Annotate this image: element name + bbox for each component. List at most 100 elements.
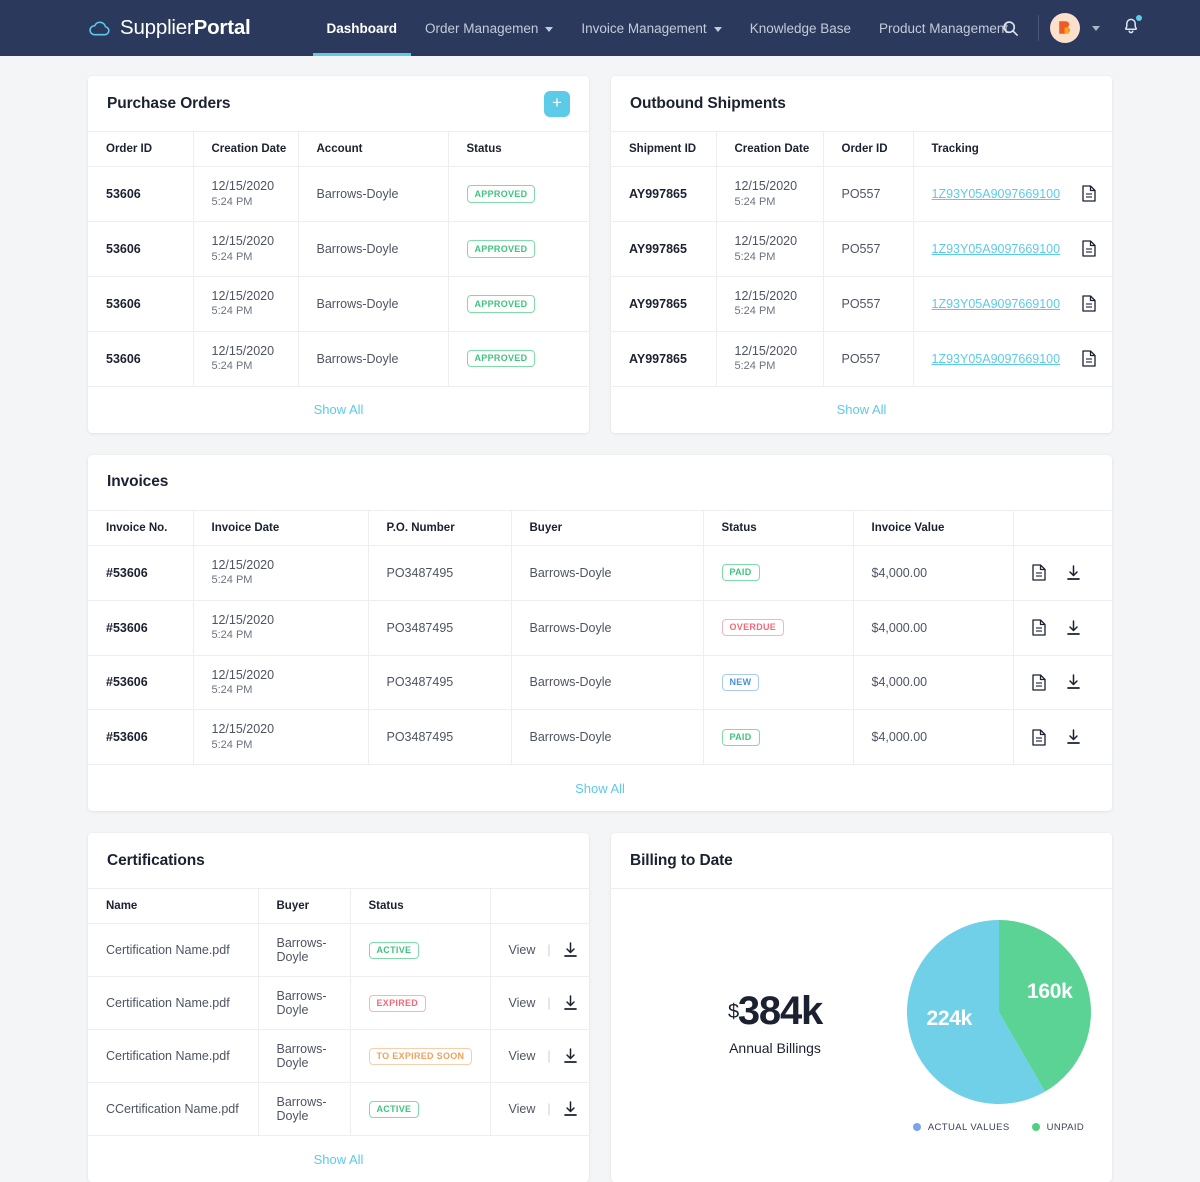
col-account: Account xyxy=(298,132,449,167)
cell-po-number: PO3487495 xyxy=(368,709,512,766)
cell-invoice-no: #53606 xyxy=(88,709,194,766)
download-icon[interactable] xyxy=(1066,619,1081,636)
status-badge: EXPIRED xyxy=(368,994,427,1013)
table-row[interactable]: #53606 12/15/2020 5:24 PM PO3487495 Barr… xyxy=(88,600,1113,656)
table-row[interactable]: AY997865 12/15/2020 5:24 PM PO557 1Z93Y0… xyxy=(611,331,1112,387)
show-all-certifications-link[interactable]: Show All xyxy=(314,1152,364,1167)
document-icon[interactable] xyxy=(1082,185,1096,203)
download-icon[interactable] xyxy=(563,1048,578,1064)
invoices-header: Invoices xyxy=(88,455,1112,511)
date-value: 12/15/2020 xyxy=(211,179,275,193)
nav-item-knowledge-base[interactable]: Knowledge Base xyxy=(736,0,865,56)
nav-item-dashboard[interactable]: Dashboard xyxy=(312,0,412,56)
tracking-number-link[interactable]: 1Z93Y05A9097669100 xyxy=(932,352,1061,366)
cell-status: EXPIRED xyxy=(350,976,491,1031)
invoices-tbody: #53606 12/15/2020 5:24 PM PO3487495 Barr… xyxy=(88,545,1113,766)
table-row[interactable]: AY997865 12/15/2020 5:24 PM PO557 1Z93Y0… xyxy=(611,166,1112,222)
action-separator: | xyxy=(547,943,551,958)
cell-order-id: PO557 xyxy=(823,276,914,332)
document-icon[interactable] xyxy=(1031,564,1046,581)
cell-buyer: Barrows-Doyle xyxy=(511,655,704,711)
cell-status: APPROVED xyxy=(448,276,589,332)
status-badge: APPROVED xyxy=(466,295,536,313)
download-icon[interactable] xyxy=(1066,674,1081,690)
table-row[interactable]: Certification Name.pdf Barrows-Doyle EXP… xyxy=(88,976,589,1031)
cell-order-id: PO557 xyxy=(823,166,914,222)
annual-billings-label: Annual Billings xyxy=(729,1039,821,1056)
cell-po-number: PO3487495 xyxy=(368,600,512,656)
table-row[interactable]: 53606 12/15/2020 5:24 PM Barrows-Doyle A… xyxy=(88,331,589,387)
legend-dot-unpaid xyxy=(1031,1123,1040,1132)
table-row[interactable]: #53606 12/15/2020 5:24 PM PO3487495 Barr… xyxy=(88,655,1112,711)
billing-body: $384k Annual Billings 224k 160k ACTUAL V… xyxy=(611,889,1112,1163)
document-icon[interactable] xyxy=(1082,350,1096,367)
table-row[interactable]: Certification Name.pdf Barrows-Doyle ACT… xyxy=(88,923,589,978)
user-avatar[interactable] xyxy=(1050,13,1080,43)
download-icon[interactable] xyxy=(1066,729,1081,745)
download-icon[interactable] xyxy=(563,942,578,958)
status-badge: TO EXPIRED SOON xyxy=(368,1047,473,1066)
account-chevron-down-icon[interactable] xyxy=(1092,25,1100,31)
purchase-orders-thead: Order ID Creation Date Account Status xyxy=(88,132,589,167)
document-icon[interactable] xyxy=(1031,674,1046,691)
search-button[interactable] xyxy=(993,11,1027,45)
show-all-purchase-orders-link[interactable]: Show All xyxy=(314,402,364,417)
col-shipment-id: Shipment ID xyxy=(611,132,717,167)
cell-buyer: Barrows-Doyle xyxy=(258,1029,351,1084)
document-icon[interactable] xyxy=(1031,619,1046,636)
table-row[interactable]: 53606 12/15/2020 5:24 PM Barrows-Doyle A… xyxy=(88,276,589,332)
col-status: Status xyxy=(703,510,854,546)
table-row[interactable]: CCertification Name.pdf Barrows-Doyle AC… xyxy=(88,1082,589,1137)
currency-symbol: $ xyxy=(727,1000,739,1023)
download-icon[interactable] xyxy=(563,1101,578,1117)
date-value: 12/15/2020 xyxy=(211,288,275,303)
nav-item-order-management[interactable]: Order Managemen xyxy=(411,0,567,56)
navbar-actions xyxy=(993,0,1142,56)
table-row[interactable]: #53606 12/15/2020 5:24 PM PO3487495 Barr… xyxy=(88,709,1112,766)
date-value: 12/15/2020 xyxy=(211,233,275,248)
table-row[interactable]: #53606 12/15/2020 5:24 PM PO3487495 Barr… xyxy=(88,545,1112,601)
document-icon[interactable] xyxy=(1031,729,1046,746)
avatar-logo-icon xyxy=(1059,21,1070,34)
add-purchase-order-button[interactable]: + xyxy=(544,90,570,117)
status-badge: NEW xyxy=(721,673,760,692)
date-value: 12/15/2020 xyxy=(211,667,275,682)
time-value: 5:24 PM xyxy=(211,305,253,318)
notifications-button[interactable] xyxy=(1122,15,1142,40)
download-icon[interactable] xyxy=(563,995,578,1011)
invoice-actions xyxy=(1031,619,1113,636)
nav-item-invoice-management[interactable]: Invoice Management xyxy=(567,0,735,56)
download-icon[interactable] xyxy=(1066,564,1081,581)
view-link[interactable]: View xyxy=(509,996,536,1010)
cell-order-id: 53606 xyxy=(88,166,194,222)
invoices-footer: Show All xyxy=(88,765,1112,812)
date-value: 12/15/2020 xyxy=(211,722,275,737)
brand-logo-link[interactable]: SupplierPortal xyxy=(88,0,251,56)
document-icon[interactable] xyxy=(1082,240,1096,258)
cell-buyer: Barrows-Doyle xyxy=(511,545,704,601)
show-all-invoices-link[interactable]: Show All xyxy=(575,781,625,796)
tracking-number-link[interactable]: 1Z93Y05A9097669100 xyxy=(932,187,1061,201)
table-header-row: Name Buyer Status xyxy=(88,889,589,925)
cell-shipment-id: AY997865 xyxy=(611,276,717,332)
legend-item-unpaid: UNPAID xyxy=(1031,1122,1085,1133)
table-row[interactable]: Certification Name.pdf Barrows-Doyle TO … xyxy=(88,1029,589,1084)
view-link[interactable]: View xyxy=(509,1049,536,1063)
view-link[interactable]: View xyxy=(509,943,536,957)
dashboard-content: Purchase Orders + Order ID Creation Date… xyxy=(0,56,1200,1182)
table-row[interactable]: 53606 12/15/2020 5:24 PM Barrows-Doyle A… xyxy=(88,166,589,222)
table-row[interactable]: AY997865 12/15/2020 5:24 PM PO557 1Z93Y0… xyxy=(611,221,1112,277)
show-all-shipments-link[interactable]: Show All xyxy=(837,402,887,417)
cell-certification-name: Certification Name.pdf xyxy=(88,976,259,1031)
table-row[interactable]: AY997865 12/15/2020 5:24 PM PO557 1Z93Y0… xyxy=(611,276,1112,332)
cell-buyer: Barrows-Doyle xyxy=(511,600,704,656)
table-row[interactable]: 53606 12/15/2020 5:24 PM Barrows-Doyle A… xyxy=(88,221,589,277)
tracking-number-link[interactable]: 1Z93Y05A9097669100 xyxy=(932,242,1061,256)
tracking-number-link[interactable]: 1Z93Y05A9097669100 xyxy=(932,297,1061,311)
cell-status: TO EXPIRED SOON xyxy=(350,1029,491,1084)
outbound-shipments-footer: Show All xyxy=(611,386,1112,433)
outbound-shipments-thead: Shipment ID Creation Date Order ID Track… xyxy=(611,132,1112,167)
document-icon[interactable] xyxy=(1082,295,1096,312)
cell-status: PAID xyxy=(703,709,854,766)
view-link[interactable]: View xyxy=(509,1102,536,1116)
